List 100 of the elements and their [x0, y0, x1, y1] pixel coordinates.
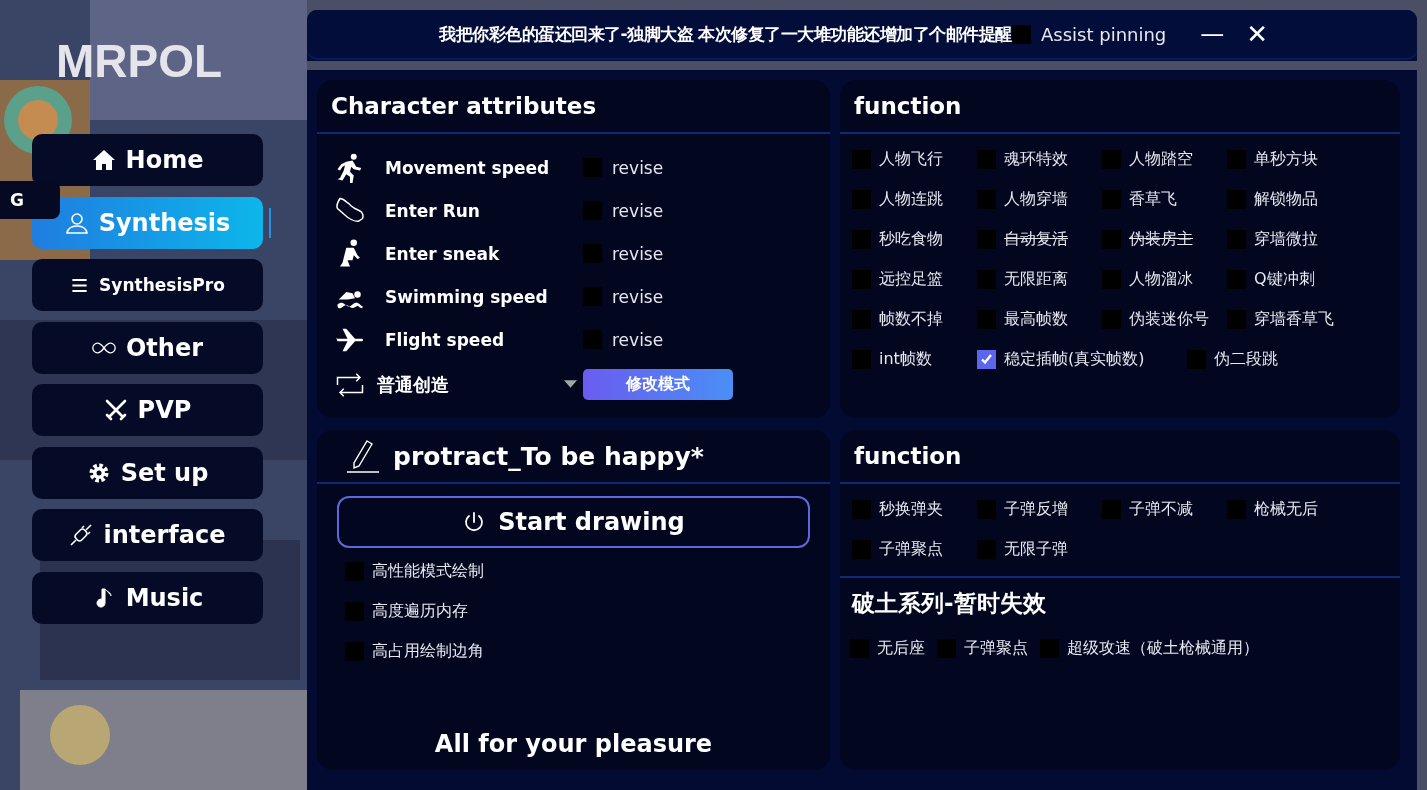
nav-button[interactable]: interface: [32, 509, 263, 561]
checkbox[interactable]: [1102, 309, 1121, 329]
checkbox[interactable]: [977, 499, 996, 519]
checkbox-label: 人物连跳: [879, 188, 943, 210]
checkbox[interactable]: [583, 330, 602, 349]
mode-button[interactable]: 修改模式: [583, 369, 733, 400]
checkbox-label: 秒换弹夹: [879, 498, 943, 520]
checkbox-label: 解锁物品: [1254, 188, 1318, 210]
checkbox-label: 自动复活: [1004, 228, 1068, 250]
card-title: protract_To be happy*: [393, 441, 704, 471]
checkbox-label: 子弹聚点: [964, 637, 1028, 659]
checkbox[interactable]: [852, 269, 871, 289]
checkbox[interactable]: [852, 149, 871, 169]
checkbox[interactable]: [852, 189, 871, 209]
checkbox[interactable]: [977, 189, 996, 209]
checkbox[interactable]: [1227, 309, 1246, 329]
checkbox[interactable]: [852, 229, 871, 249]
mode-dropdown[interactable]: 普通创造: [377, 372, 577, 397]
swords-icon: [103, 398, 128, 422]
checkbox-label: 伪二段跳: [1214, 348, 1278, 370]
pencil-icon: [345, 438, 381, 474]
checkbox-label: 无限距离: [1004, 268, 1068, 290]
checkbox[interactable]: [345, 601, 364, 621]
checkbox[interactable]: [977, 149, 996, 169]
checkbox-label: 子弹聚点: [879, 538, 943, 560]
checkbox[interactable]: [1102, 229, 1121, 249]
plug-icon: [69, 523, 94, 547]
checkbox[interactable]: [977, 269, 996, 289]
checkbox-label: 伪装房主: [1129, 228, 1193, 250]
checkbox[interactable]: [852, 539, 871, 559]
checkbox-label: 枪械无后: [1254, 498, 1318, 520]
checkbox-label: 稳定插帧(真实帧数): [1004, 348, 1145, 370]
checkbox[interactable]: [583, 244, 602, 263]
nav-button[interactable]: Music: [32, 571, 263, 624]
checkbox-label: Q键冲刺: [1254, 268, 1315, 290]
checkbox-label: revise: [612, 329, 664, 350]
card-title: function: [854, 93, 962, 119]
checkbox[interactable]: [1040, 638, 1059, 658]
window-title: 我把你彩色的蛋还回来了-独脚大盗 本次修复了一大堆功能还增加了个邮件提醒: [439, 22, 1012, 46]
nav-button[interactable]: PVP: [32, 384, 263, 436]
close-button[interactable]: ✕: [1242, 19, 1273, 49]
checkbox[interactable]: [977, 349, 996, 369]
checkbox-label: 单秒方块: [1254, 148, 1318, 170]
checkbox[interactable]: [345, 561, 364, 581]
checkbox[interactable]: [850, 638, 869, 658]
checkbox-label: revise: [612, 286, 664, 307]
checkbox-label: 人物踏空: [1129, 148, 1193, 170]
checkbox-label: 高性能模式绘制: [372, 560, 484, 582]
checkbox[interactable]: [1227, 229, 1246, 249]
checkbox[interactable]: [1102, 189, 1121, 209]
checkbox-label: 高占用绘制边角: [372, 640, 484, 662]
start-drawing-button[interactable]: Start drawing: [337, 496, 810, 548]
checkbox[interactable]: [977, 539, 996, 559]
footer-text: All for your pleasure: [433, 730, 714, 758]
checkbox[interactable]: [345, 641, 364, 661]
nav-button[interactable]: Set up: [32, 446, 263, 499]
checkbox-label: revise: [612, 200, 664, 221]
checkbox-label: revise: [612, 157, 664, 178]
nav-button[interactable]: SynthesisPro: [32, 259, 263, 311]
attribute-label: Movement speed: [385, 157, 551, 178]
checkbox[interactable]: [1227, 189, 1246, 209]
checkbox[interactable]: [977, 309, 996, 329]
checkbox-label: int帧数: [879, 348, 932, 370]
checkbox-label: 远控足篮: [879, 268, 943, 290]
checkbox[interactable]: [1102, 269, 1121, 289]
checkbox-label: 最高帧数: [1004, 308, 1068, 330]
checkbox[interactable]: [583, 201, 602, 220]
home-icon: [91, 148, 116, 172]
checkbox-label: 秒吃食物: [879, 228, 943, 250]
checkbox[interactable]: [583, 287, 602, 306]
checkbox[interactable]: [852, 499, 871, 519]
checkbox-label: 子弹不减: [1129, 498, 1193, 520]
checkbox[interactable]: [583, 158, 602, 177]
logo: MRPOL: [56, 34, 223, 88]
checkbox[interactable]: [1227, 149, 1246, 169]
checkbox-label: 魂环特效: [1004, 148, 1068, 170]
nav-button[interactable]: Other: [32, 321, 263, 374]
checkbox[interactable]: [1227, 499, 1246, 519]
card-title: Character attributes: [331, 93, 597, 119]
checkbox[interactable]: [1102, 499, 1121, 519]
side-tab[interactable]: G: [0, 181, 60, 219]
checkbox[interactable]: [1102, 149, 1121, 169]
checkbox[interactable]: [937, 638, 956, 658]
checkbox[interactable]: [1012, 24, 1031, 44]
checkbox[interactable]: [852, 349, 871, 369]
checkbox[interactable]: [852, 309, 871, 329]
checkbox-label: 无后座: [877, 637, 925, 659]
caret-icon: [564, 380, 577, 389]
checkbox[interactable]: [1227, 269, 1246, 289]
checkbox-label: revise: [612, 243, 664, 264]
checkbox[interactable]: [1187, 349, 1206, 369]
attribute-label: Enter Run: [385, 200, 481, 221]
checkbox-label: 穿墙香草飞: [1254, 308, 1334, 330]
checkbox-label: 人物穿墙: [1004, 188, 1068, 210]
checkbox-label: 人物溜冰: [1129, 268, 1193, 290]
nav-button[interactable]: Home: [32, 134, 263, 186]
minimize-button[interactable]: —: [1196, 20, 1229, 48]
checkbox-label: Assist pinning: [1041, 23, 1167, 45]
checkbox[interactable]: [977, 229, 996, 249]
checkbox-label: 穿墙微拉: [1254, 228, 1318, 250]
